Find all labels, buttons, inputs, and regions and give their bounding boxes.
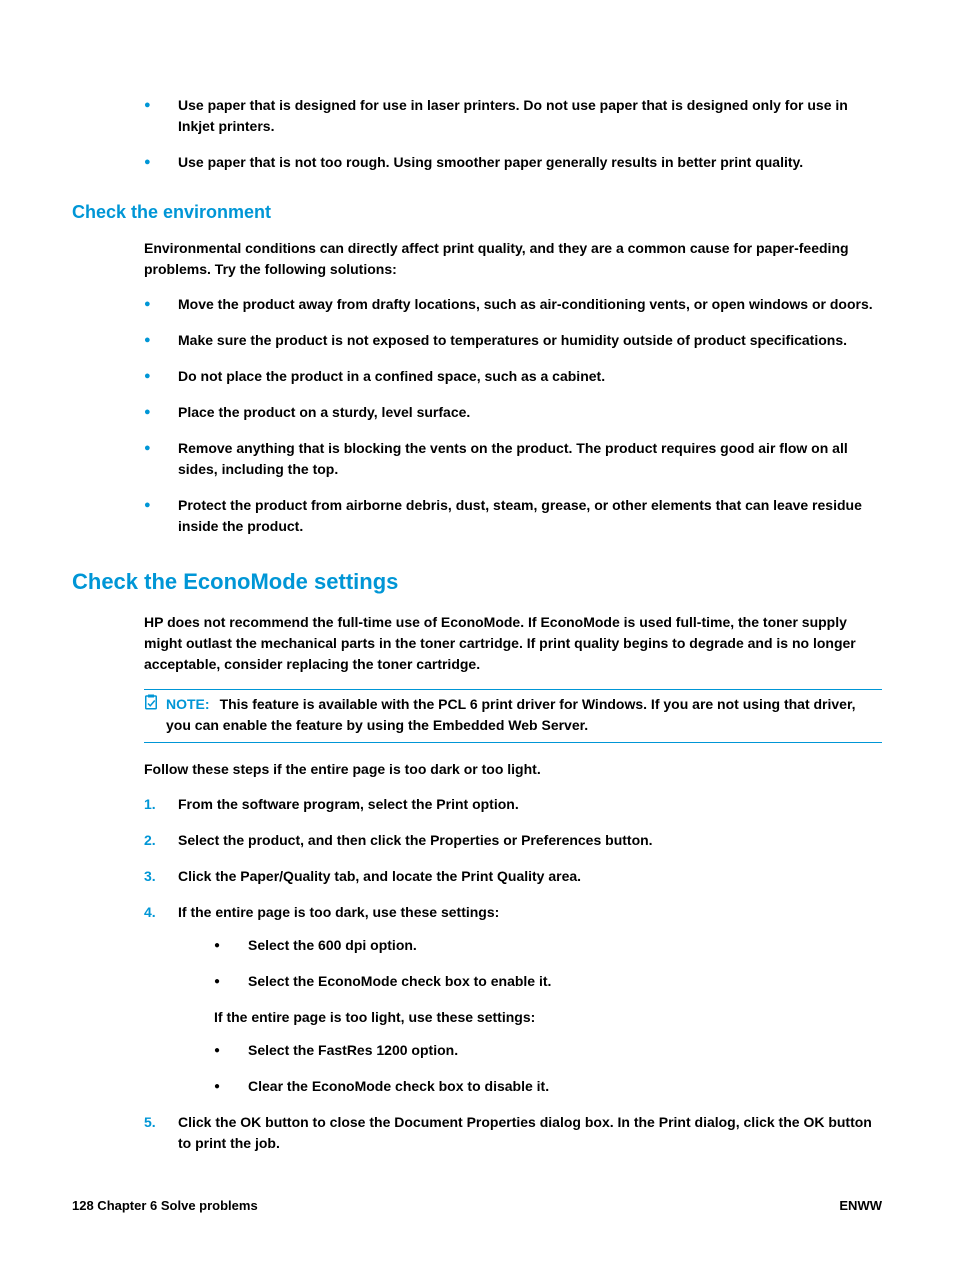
text: button. (601, 832, 652, 848)
list-item: Use paper that is not too rough. Using s… (144, 152, 882, 173)
step-5: 5. Click the OK button to close the Docu… (144, 1112, 882, 1154)
heading-check-environment: Check the environment (72, 199, 882, 226)
text: check box to enable it. (397, 973, 551, 989)
list-item: Use paper that is designed for use in la… (144, 95, 882, 137)
note-text: This feature is available with the PCL 6… (166, 696, 856, 733)
text: Click the (178, 868, 240, 884)
sub-list-light: Select the FastRes 1200 option. Clear th… (214, 1040, 882, 1097)
page-footer: 128 Chapter 6 Solve problems ENWW (72, 1196, 882, 1216)
step-4: 4. If the entire page is too dark, use t… (144, 902, 882, 1097)
list-item: Do not place the product in a confined s… (144, 366, 882, 387)
text: Clear the (248, 1078, 312, 1094)
list-item: Protect the product from airborne debris… (144, 495, 882, 537)
text: If the entire page is too dark, use thes… (178, 904, 499, 920)
bold: Print (436, 796, 468, 812)
bold: Preferences (521, 832, 601, 848)
text: tab, and locate the (331, 868, 462, 884)
step4-mid: If the entire page is too light, use the… (214, 1007, 882, 1028)
step-number: 5. (144, 1112, 156, 1133)
text: Click the (178, 1114, 240, 1130)
bold: EconoMode (312, 1078, 391, 1094)
text: dialog box. In the (536, 1114, 659, 1130)
text: dialog, click the (691, 1114, 804, 1130)
env-intro: Environmental conditions can directly af… (144, 238, 882, 280)
intro-bullet-container: Use paper that is designed for use in la… (144, 95, 882, 173)
list-item: Clear the EconoMode check box to disable… (214, 1076, 882, 1097)
env-body: Environmental conditions can directly af… (144, 238, 882, 537)
step-number: 4. (144, 902, 156, 923)
step-2: 2. Select the product, and then click th… (144, 830, 882, 851)
bold: EconoMode (318, 973, 397, 989)
list-item: Move the product away from drafty locati… (144, 294, 882, 315)
text: From the software program, select the (178, 796, 436, 812)
step-number: 2. (144, 830, 156, 851)
econ-body: HP does not recommend the full-time use … (144, 612, 882, 1154)
heading-economode: Check the EconoMode settings (72, 565, 882, 598)
intro-bullet-list: Use paper that is designed for use in la… (144, 95, 882, 173)
bold: Properties (430, 832, 499, 848)
step-1: 1. From the software program, select the… (144, 794, 882, 815)
list-item: Select the EconoMode check box to enable… (214, 971, 882, 992)
step-3: 3. Click the Paper/Quality tab, and loca… (144, 866, 882, 887)
note-box: NOTE:This feature is available with the … (144, 689, 882, 743)
bold: 600 dpi (318, 937, 366, 953)
list-item: Select the FastRes 1200 option. (214, 1040, 882, 1061)
env-bullet-list: Move the product away from drafty locati… (144, 294, 882, 537)
list-item: Select the 600 dpi option. (214, 935, 882, 956)
bold: Document Properties (394, 1114, 536, 1130)
text: Select the (248, 1042, 318, 1058)
note-icon (142, 693, 160, 719)
footer-right: ENWW (839, 1196, 882, 1216)
text: Select the product, and then click the (178, 832, 430, 848)
list-item: Remove anything that is blocking the ven… (144, 438, 882, 480)
text: check box to disable it. (391, 1078, 549, 1094)
bold: Paper/Quality (240, 868, 330, 884)
text: Select the (248, 937, 318, 953)
text: area. (544, 868, 581, 884)
text: Select the (248, 973, 318, 989)
econ-steps: 1. From the software program, select the… (144, 794, 882, 1154)
bold: Print Quality (461, 868, 544, 884)
text: or (499, 832, 521, 848)
step-number: 3. (144, 866, 156, 887)
list-item: Place the product on a sturdy, level sur… (144, 402, 882, 423)
footer-left: 128 Chapter 6 Solve problems (72, 1196, 258, 1216)
note-label: NOTE: (166, 696, 210, 712)
bold: Print (659, 1114, 691, 1130)
list-item: Make sure the product is not exposed to … (144, 330, 882, 351)
text: option. (366, 937, 417, 953)
econ-follow: Follow these steps if the entire page is… (144, 759, 882, 780)
text: option. (408, 1042, 459, 1058)
econ-intro: HP does not recommend the full-time use … (144, 612, 882, 675)
text: button to close the (261, 1114, 394, 1130)
step-number: 1. (144, 794, 156, 815)
bold: OK (240, 1114, 261, 1130)
sub-list-dark: Select the 600 dpi option. Select the Ec… (214, 935, 882, 992)
bold: OK (803, 1114, 824, 1130)
text: option. (468, 796, 519, 812)
bold: FastRes 1200 (318, 1042, 408, 1058)
